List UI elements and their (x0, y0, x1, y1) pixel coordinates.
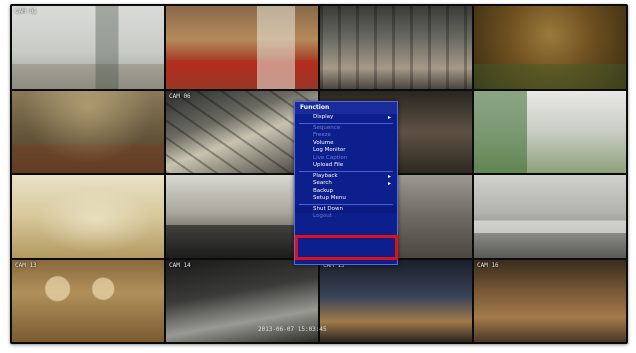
menu-item-label: Sequence (313, 124, 341, 131)
menu-title: Function (295, 102, 397, 114)
camera-tile-15[interactable]: CAM 15 (320, 259, 472, 342)
menu-item-live-caption: Live Caption (295, 155, 397, 163)
system-timestamp: 2013-06-07 15:03:45 (258, 326, 327, 333)
camera-label: CAM 06 (169, 92, 191, 100)
menu-item-label: Logout (313, 213, 332, 219)
camera-label: CAM 16 (477, 261, 499, 269)
menu-item-label: Freeze (313, 132, 331, 138)
camera-tile-8[interactable] (474, 90, 626, 173)
menu-item-label: Backup (313, 187, 334, 194)
menu-item-label: Shut Down (313, 205, 343, 212)
camera-tile-5[interactable] (12, 90, 164, 173)
menu-item-sequence: Sequence (295, 125, 397, 133)
menu-item-volume[interactable]: Volume (295, 140, 397, 148)
menu-divider (299, 122, 393, 124)
camera-tile-2[interactable] (166, 6, 318, 89)
menu-item-upload-file[interactable]: Upload File (295, 162, 397, 170)
menu-divider (299, 203, 393, 205)
menu-item-setup-menu[interactable]: Setup Menu (295, 195, 397, 203)
shut-down-highlight-box (295, 235, 398, 260)
camera-tile-1[interactable]: CAM 01 (12, 6, 164, 89)
menu-item-label: Setup Menu (313, 195, 346, 201)
chevron-right-icon: ▸ (387, 180, 391, 187)
camera-tile-12[interactable] (474, 175, 626, 258)
camera-label: CAM 01 (15, 8, 37, 15)
camera-tile-4[interactable] (474, 6, 626, 89)
menu-item-label: Volume (313, 139, 334, 146)
menu-item-backup[interactable]: Backup (295, 188, 397, 196)
menu-item-search[interactable]: Search ▸ (295, 180, 397, 188)
chevron-right-icon: ▸ (387, 172, 391, 180)
menu-item-logout: Logout (295, 213, 397, 221)
menu-item-label: Playback (313, 172, 338, 179)
menu-item-log-monitor[interactable]: Log Monitor (295, 147, 397, 155)
menu-item-label: Live Caption (313, 154, 348, 161)
menu-item-label: Display (313, 114, 334, 120)
camera-tile-13[interactable]: CAM 13 (12, 259, 164, 342)
chevron-right-icon: ▸ (387, 114, 391, 121)
menu-item-label: Search (313, 180, 332, 186)
menu-item-label: Log Monitor (313, 147, 346, 153)
menu-item-playback[interactable]: Playback ▸ (295, 173, 397, 181)
menu-divider (299, 170, 393, 172)
camera-label: CAM 14 (169, 261, 191, 269)
camera-tile-3[interactable] (320, 6, 472, 89)
camera-tile-9[interactable] (12, 175, 164, 258)
menu-item-label: Upload File (313, 162, 344, 168)
menu-item-shut-down[interactable]: Shut Down (295, 205, 397, 213)
camera-tile-16[interactable]: CAM 16 (474, 259, 626, 342)
menu-item-freeze: Freeze (295, 132, 397, 140)
menu-item-display[interactable]: Display ▸ (295, 114, 397, 122)
camera-label: CAM 13 (15, 261, 37, 269)
